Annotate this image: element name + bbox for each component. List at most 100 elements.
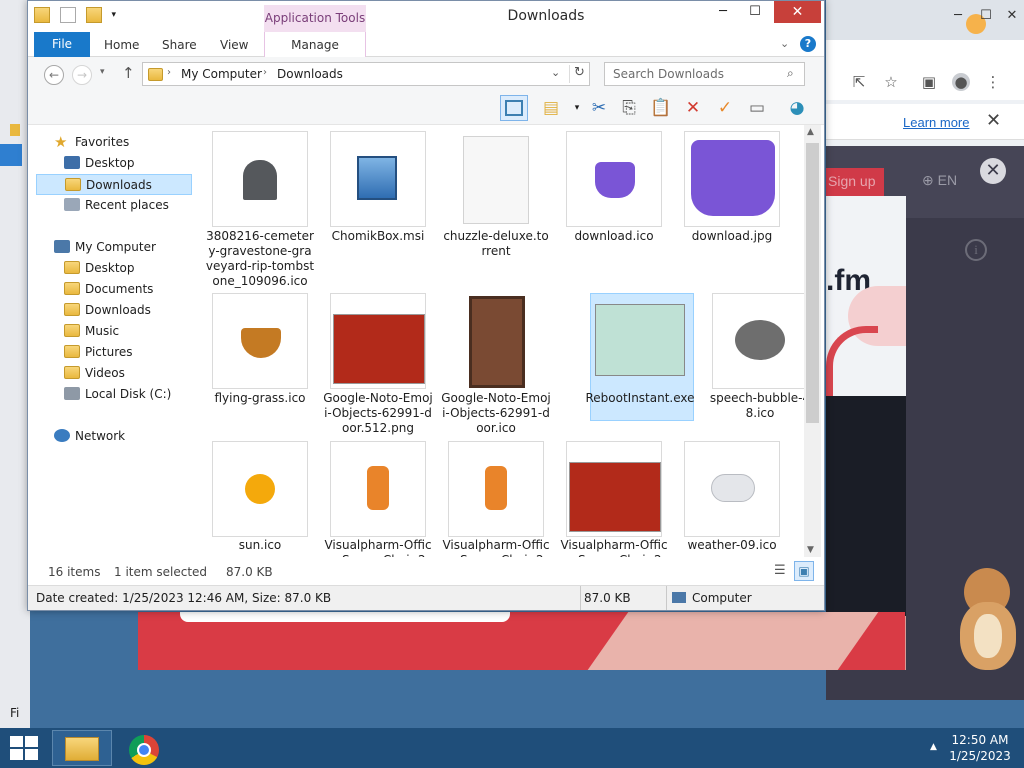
file-name[interactable]: download.jpg: [677, 229, 787, 244]
minimize-button[interactable]: ─: [708, 1, 738, 23]
address-bar[interactable]: › My Computer › Downloads ⌄ ↻: [142, 62, 590, 86]
large-icons-view-icon[interactable]: ▣: [794, 561, 814, 581]
file-name[interactable]: Google-Noto-Emoji-Objects-62991-door.512…: [323, 391, 433, 436]
tab-share[interactable]: Share: [162, 32, 197, 57]
file-name[interactable]: flying-grass.ico: [205, 391, 315, 406]
ribbon-expand-icon[interactable]: ⌄: [780, 37, 789, 50]
file-name[interactable]: speech-bubble-48.ico: [705, 391, 804, 421]
new-folder-icon[interactable]: [85, 7, 102, 23]
infobar-close-icon[interactable]: ✕: [986, 110, 1001, 131]
file-tile[interactable]: [448, 441, 544, 537]
tab-file[interactable]: File: [34, 32, 90, 57]
file-tile[interactable]: [330, 441, 426, 537]
side-panel-icon[interactable]: ▣: [920, 73, 938, 91]
file-tile[interactable]: [212, 131, 308, 227]
help-icon[interactable]: ?: [800, 36, 816, 52]
profile-icon[interactable]: ●: [952, 73, 970, 91]
system-clock[interactable]: 12:50 AM 1/25/2023: [940, 732, 1020, 764]
file-name[interactable]: sun.ico: [205, 538, 315, 553]
browser-menu-icon[interactable]: ⋮: [984, 73, 1002, 91]
breadcrumb-my-computer[interactable]: My Computer: [181, 67, 262, 81]
nav-documents[interactable]: Documents: [64, 279, 153, 300]
nav-downloads[interactable]: Downloads: [64, 300, 151, 321]
details-view-icon[interactable]: ☰: [774, 563, 786, 578]
file-name[interactable]: Visualpharm-Office-Space-Chair-2: [441, 538, 551, 557]
nav-local-disk[interactable]: Local Disk (C:): [64, 384, 171, 405]
refresh-icon[interactable]: ↻: [569, 65, 589, 83]
file-tile[interactable]: [684, 131, 780, 227]
file-name[interactable]: weather-09.ico: [677, 538, 787, 553]
taskbar-file-explorer[interactable]: [52, 730, 112, 766]
file-tile[interactable]: [330, 293, 426, 389]
taskbar-chrome[interactable]: [114, 730, 174, 766]
file-tile[interactable]: [330, 131, 426, 227]
tab-view[interactable]: View: [220, 32, 248, 57]
folder-options-icon[interactable]: ▤: [540, 97, 562, 119]
back-button[interactable]: ←: [44, 65, 64, 85]
file-tile[interactable]: [212, 293, 308, 389]
share-icon[interactable]: ⇱: [850, 73, 868, 91]
bookmark-star-icon[interactable]: ☆: [882, 73, 900, 91]
browser-close-button[interactable]: ✕: [1002, 8, 1022, 26]
nav-desktop[interactable]: Desktop: [64, 258, 135, 279]
start-button[interactable]: [10, 736, 38, 760]
file-tile[interactable]: [566, 131, 662, 227]
breadcrumb-downloads[interactable]: Downloads: [277, 67, 343, 81]
background-window-left[interactable]: Fi: [0, 0, 30, 728]
nav-videos[interactable]: Videos: [64, 363, 125, 384]
scroll-up-icon[interactable]: ▲: [807, 127, 814, 137]
close-button[interactable]: ✕: [774, 1, 821, 23]
file-tile[interactable]: [712, 293, 804, 389]
search-icon[interactable]: ⌕: [787, 66, 794, 81]
browser-maximize-button[interactable]: ☐: [976, 8, 996, 26]
file-tile[interactable]: [212, 441, 308, 537]
nav-music[interactable]: Music: [64, 321, 119, 342]
file-name[interactable]: 3808216-cemetery-gravestone-graveyard-ri…: [205, 229, 315, 289]
tray-expand-icon[interactable]: ▲: [930, 742, 937, 752]
paste-icon[interactable]: 📋: [650, 97, 672, 119]
properties-icon[interactable]: ▭: [746, 97, 768, 119]
file-tile[interactable]: [448, 131, 544, 227]
learn-more-link[interactable]: Learn more: [903, 115, 969, 130]
recent-locations-icon[interactable]: ▾: [100, 67, 105, 77]
search-input[interactable]: Search Downloads ⌕: [604, 62, 805, 86]
scrollbar-thumb[interactable]: [806, 143, 819, 423]
nav-fav-downloads[interactable]: Downloads: [36, 174, 192, 195]
nav-fav-desktop[interactable]: Desktop: [64, 153, 135, 174]
info-icon[interactable]: i: [965, 239, 987, 261]
file-name[interactable]: Visualpharm-Office-Space-Chair-2: [559, 538, 669, 557]
file-name[interactable]: Google-Noto-Emoji-Objects-62991-door.ico: [441, 391, 551, 436]
preview-pane-icon[interactable]: [500, 95, 528, 121]
file-name[interactable]: RebootInstant.exe: [585, 391, 695, 406]
sign-up-button[interactable]: Sign up: [826, 168, 884, 196]
browser-minimize-button[interactable]: ─: [948, 8, 968, 26]
delete-icon[interactable]: ✕: [682, 97, 704, 119]
address-dropdown-icon[interactable]: ⌄: [551, 66, 560, 79]
forward-button[interactable]: →: [72, 65, 92, 85]
file-tile[interactable]: [448, 293, 544, 389]
scroll-down-icon[interactable]: ▼: [807, 545, 814, 555]
options-dropdown-icon[interactable]: ▾: [566, 97, 588, 119]
properties-icon[interactable]: [59, 7, 76, 23]
file-name[interactable]: chuzzle-deluxe.torrent: [441, 229, 551, 259]
nav-pictures[interactable]: Pictures: [64, 342, 133, 363]
copy-icon[interactable]: ⎘: [618, 97, 640, 119]
up-button[interactable]: ↑: [122, 64, 135, 82]
popup-close-button[interactable]: ✕: [980, 158, 1006, 184]
rename-check-icon[interactable]: ✓: [714, 97, 736, 119]
file-name[interactable]: download.ico: [559, 229, 669, 244]
customize-qat-icon[interactable]: ▾: [111, 7, 127, 23]
file-name[interactable]: Visualpharm-Office-Space-Chair-2: [323, 538, 433, 557]
maximize-button[interactable]: ☐: [740, 1, 770, 23]
language-selector[interactable]: ⊕ EN: [922, 172, 957, 189]
folder-icon[interactable]: [34, 7, 50, 23]
file-name[interactable]: ChomikBox.msi: [323, 229, 433, 244]
nav-my-computer[interactable]: My Computer: [54, 237, 156, 258]
tab-home[interactable]: Home: [104, 32, 139, 57]
nav-recent-places[interactable]: Recent places: [64, 195, 169, 216]
tab-manage[interactable]: Manage: [264, 32, 366, 57]
file-tile[interactable]: [566, 441, 662, 537]
file-tile[interactable]: [684, 441, 780, 537]
nav-favorites[interactable]: ★ Favorites: [54, 132, 129, 153]
shell-icon[interactable]: ◕: [786, 97, 808, 119]
